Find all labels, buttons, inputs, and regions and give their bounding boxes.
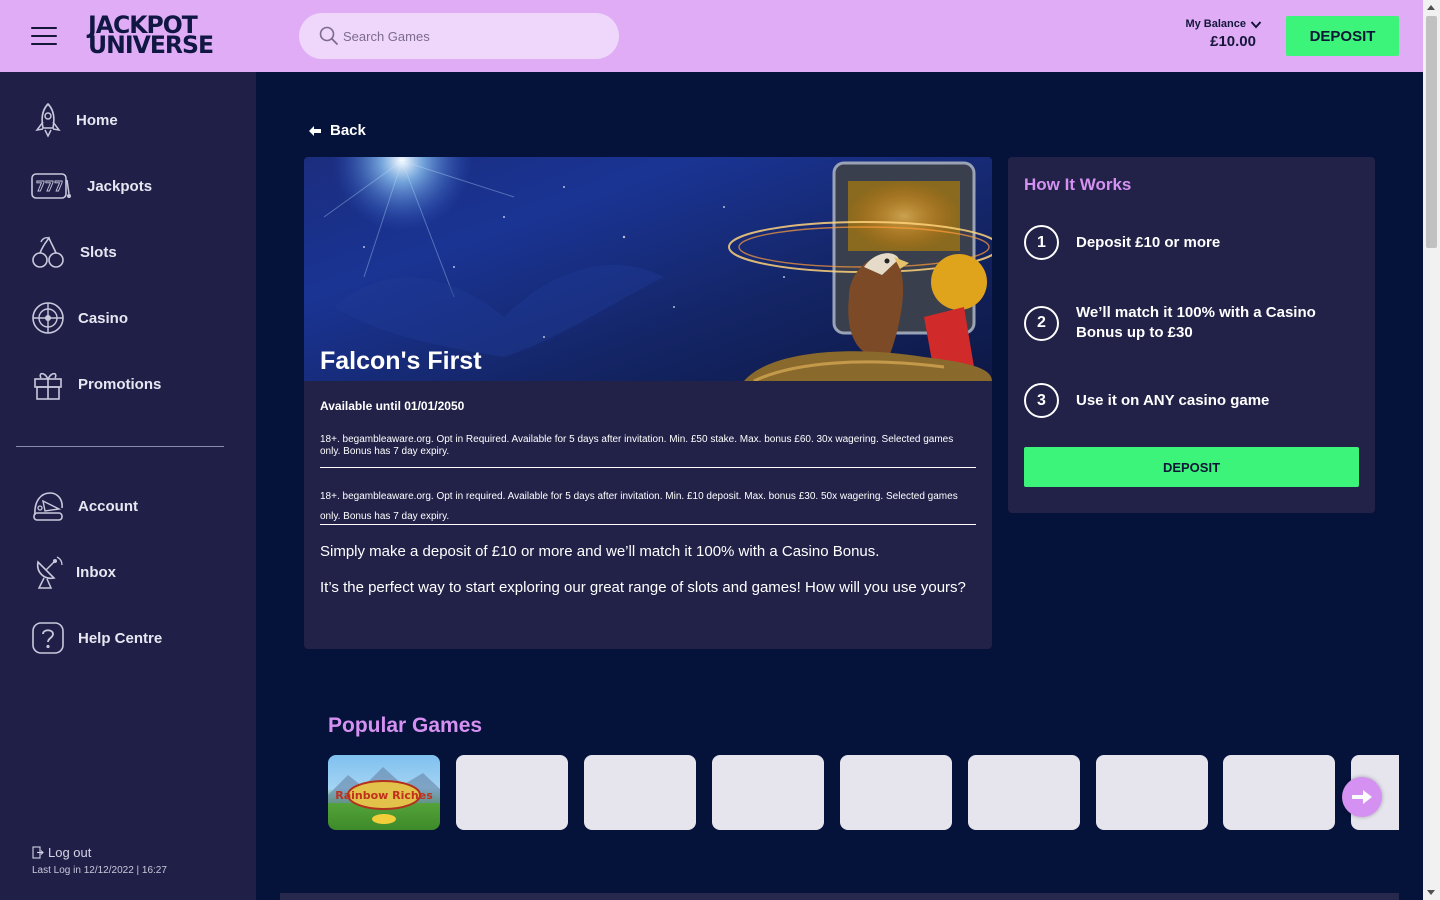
game-tile[interactable] bbox=[712, 755, 824, 830]
sidebar-item-help-centre[interactable]: Help Centre bbox=[30, 618, 162, 658]
promo-description-1: Simply make a deposit of £10 or more and… bbox=[320, 543, 880, 560]
how-it-works-deposit-button[interactable]: DEPOSIT bbox=[1024, 447, 1359, 487]
game-tile[interactable] bbox=[584, 755, 696, 830]
question-icon bbox=[30, 620, 66, 656]
sidebar-item-account[interactable]: Account bbox=[30, 486, 138, 526]
rocket-icon bbox=[30, 102, 66, 138]
how-step-1: 1 Deposit £10 or more bbox=[1024, 225, 1356, 260]
game-tile[interactable] bbox=[968, 755, 1080, 830]
search-input[interactable] bbox=[343, 25, 603, 47]
last-login-text: Last Log in 12/12/2022 | 16:27 bbox=[32, 865, 167, 876]
how-step-3: 3 Use it on ANY casino game bbox=[1024, 383, 1356, 418]
sidebar-item-promotions[interactable]: Promotions bbox=[30, 364, 161, 404]
search-icon bbox=[319, 26, 338, 45]
menu-icon[interactable] bbox=[31, 26, 57, 46]
back-label: Back bbox=[330, 122, 366, 139]
how-step-2: 2 We’ll match it 100% with a Casino Bonu… bbox=[1024, 303, 1356, 343]
sidebar-item-home[interactable]: Home bbox=[30, 100, 118, 140]
balance-amount: £10.00 bbox=[1210, 33, 1256, 50]
sidebar-item-casino[interactable]: Casino bbox=[30, 298, 128, 338]
step-number: 1 bbox=[1024, 225, 1059, 260]
promo-description-2: It’s the perfect way to start exploring … bbox=[320, 579, 966, 596]
game-tile[interactable] bbox=[456, 755, 568, 830]
arrow-right-icon bbox=[1352, 790, 1372, 804]
promo-banner-image: Falcon's First bbox=[304, 157, 992, 381]
logout-label: Log out bbox=[48, 845, 92, 860]
sidebar-item-label: Inbox bbox=[76, 563, 116, 581]
astronaut-helmet-icon bbox=[30, 488, 66, 524]
chevron-down-icon bbox=[1250, 20, 1262, 28]
cherries-icon bbox=[30, 234, 66, 270]
step-text: We’ll match it 100% with a Casino Bonus … bbox=[1076, 304, 1316, 341]
logout-icon bbox=[32, 846, 44, 859]
balance-label: My Balance bbox=[1185, 18, 1246, 30]
sidebar-item-jackpots[interactable]: 777 Jackpots bbox=[30, 166, 152, 206]
rainbow-riches-artwork: Rainbow Riches bbox=[328, 767, 440, 824]
balance-label-row: My Balance bbox=[1185, 18, 1262, 30]
how-it-works-title: How It Works bbox=[1024, 175, 1132, 194]
footer-strip bbox=[280, 893, 1399, 900]
step-text: Use it on ANY casino game bbox=[1076, 391, 1270, 409]
step-text: Deposit £10 or more bbox=[1076, 233, 1221, 251]
how-it-works-card: How It Works 1 Deposit £10 or more 2 We’… bbox=[1008, 157, 1375, 513]
step-number: 3 bbox=[1024, 383, 1059, 418]
sidebar-item-label: Jackpots bbox=[87, 177, 153, 195]
arrow-left-icon bbox=[309, 125, 321, 136]
terms-text-1: 18+. begambleaware.org. Opt in Required.… bbox=[320, 434, 954, 457]
step-number: 2 bbox=[1024, 305, 1059, 341]
search-bar bbox=[299, 13, 619, 59]
promo-title: Falcon's First bbox=[320, 347, 482, 375]
svg-text:777: 777 bbox=[36, 180, 63, 195]
availability-text: Available until 01/01/2050 bbox=[320, 399, 465, 413]
game-tile-logo: Rainbow Riches bbox=[335, 789, 433, 802]
game-tile[interactable] bbox=[1096, 755, 1208, 830]
scrollbar-thumb[interactable] bbox=[1426, 16, 1437, 248]
scroll-down-icon[interactable] bbox=[1427, 890, 1435, 895]
scroll-up-icon[interactable] bbox=[1427, 5, 1435, 10]
game-tile-rainbow-riches[interactable]: Rainbow Riches bbox=[328, 755, 440, 830]
carousel-next-button[interactable] bbox=[1342, 777, 1382, 817]
game-tile[interactable] bbox=[840, 755, 952, 830]
sidebar-item-inbox[interactable]: Inbox bbox=[30, 552, 116, 592]
sidebar-item-label: Slots bbox=[80, 243, 117, 261]
brand-logo-line2: UNIVERSE bbox=[88, 31, 214, 59]
popular-games-title: Popular Games bbox=[328, 714, 483, 737]
roulette-icon bbox=[30, 300, 66, 336]
logout-link[interactable]: Log out bbox=[32, 845, 91, 860]
page-scrollbar[interactable] bbox=[1423, 0, 1440, 900]
gift-icon bbox=[30, 366, 66, 402]
terms-divider-1 bbox=[320, 467, 976, 468]
sidebar: Home 777 Jackpots Slots Casino Promotion… bbox=[0, 72, 256, 900]
slot-machine-icon: 777 bbox=[30, 168, 72, 204]
terms-text-2: 18+. begambleaware.org. Opt in required.… bbox=[320, 491, 958, 522]
game-tile[interactable] bbox=[1223, 755, 1335, 830]
sidebar-item-label: Help Centre bbox=[78, 629, 163, 647]
satellite-dish-icon bbox=[30, 554, 66, 590]
popular-games-carousel: Rainbow Riches bbox=[328, 755, 1399, 830]
sidebar-item-label: Promotions bbox=[78, 375, 162, 393]
promotion-card: Falcon's First Available until 01/01/205… bbox=[304, 157, 992, 649]
header-deposit-button[interactable]: DEPOSIT bbox=[1286, 16, 1399, 56]
terms-divider-2 bbox=[320, 524, 976, 525]
brand-logo[interactable]: JACKPOT UNIVERSE bbox=[88, 13, 238, 59]
sidebar-item-slots[interactable]: Slots bbox=[30, 232, 117, 272]
sidebar-item-label: Casino bbox=[78, 309, 129, 327]
top-bar: JACKPOT UNIVERSE My Balance £10.00 DEPOS… bbox=[0, 0, 1423, 72]
balance-dropdown[interactable]: My Balance £10.00 bbox=[1185, 18, 1262, 50]
back-link[interactable]: Back bbox=[308, 122, 366, 139]
sidebar-item-label: Account bbox=[78, 497, 138, 515]
sidebar-item-label: Home bbox=[76, 111, 118, 129]
sidebar-divider bbox=[16, 446, 224, 447]
